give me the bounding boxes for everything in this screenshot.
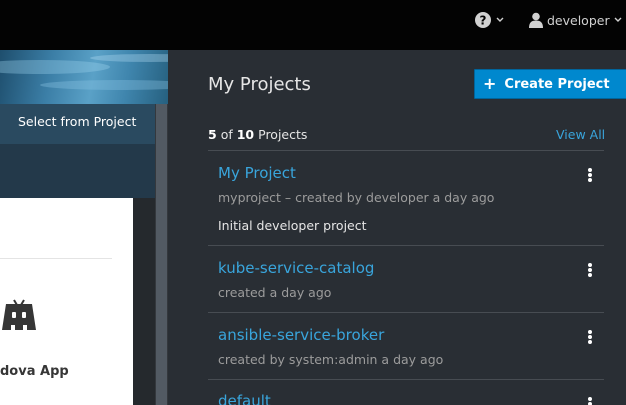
create-project-label: Create Project: [504, 76, 610, 92]
question-circle-icon: ?: [474, 11, 492, 29]
project-count-total: 10: [236, 127, 255, 142]
user-menu-button[interactable]: developer: [529, 9, 622, 31]
project-count-shown: 5: [208, 127, 217, 142]
select-from-project-link[interactable]: Select from Project: [18, 114, 136, 129]
project-meta: myproject – created by developer a day a…: [218, 190, 495, 205]
plus-icon: +: [483, 74, 497, 93]
help-menu-button[interactable]: ?: [474, 9, 504, 31]
project-name-link[interactable]: default: [218, 392, 271, 405]
scrollbar-thumb[interactable]: [156, 104, 167, 405]
project-meta: created a day ago: [218, 285, 332, 300]
project-list-item: kube-service-catalog created a day ago: [208, 245, 604, 312]
masthead: ? developer: [0, 0, 626, 50]
catalog-item-label: dova App: [0, 364, 69, 379]
catalog-header-band-lower: [0, 144, 155, 198]
panel-title: My Projects: [208, 74, 311, 95]
user-name: developer: [547, 12, 610, 28]
svg-text:?: ?: [480, 14, 487, 28]
create-project-button[interactable]: + Create Project: [474, 69, 626, 99]
card-divider: [0, 258, 112, 259]
chevron-down-icon: [496, 17, 504, 23]
kebab-menu-icon[interactable]: [586, 166, 594, 184]
kebab-menu-icon[interactable]: [586, 261, 594, 279]
project-meta: created by system:admin a day ago: [218, 352, 444, 367]
cordova-icon: [0, 298, 38, 336]
project-description: Initial developer project: [218, 218, 367, 233]
view-all-link[interactable]: View All: [556, 127, 605, 142]
project-name-link[interactable]: My Project: [218, 164, 296, 182]
catalog-item-card[interactable]: dova App: [0, 198, 133, 405]
projects-panel: My Projects + Create Project 5 of 10 Pro…: [168, 50, 626, 405]
user-icon: [529, 12, 543, 28]
project-list-item: ansible-service-broker created by system…: [208, 312, 604, 379]
project-count-of: of: [220, 127, 233, 142]
project-list-item: default: [208, 379, 604, 405]
project-list: My Project myproject – created by develo…: [208, 150, 604, 405]
project-count-suffix: Projects: [258, 127, 308, 142]
project-name-link[interactable]: kube-service-catalog: [218, 259, 374, 277]
kebab-menu-icon[interactable]: [586, 328, 594, 346]
kebab-menu-icon[interactable]: [586, 395, 594, 405]
project-list-item: My Project myproject – created by develo…: [208, 150, 604, 245]
project-count: 5 of 10 Projects: [208, 127, 307, 142]
project-name-link[interactable]: ansible-service-broker: [218, 326, 384, 344]
chevron-down-icon: [614, 17, 622, 23]
catalog-hero-banner: [0, 50, 168, 104]
catalog-panel: Select from Project dova App: [0, 50, 168, 405]
